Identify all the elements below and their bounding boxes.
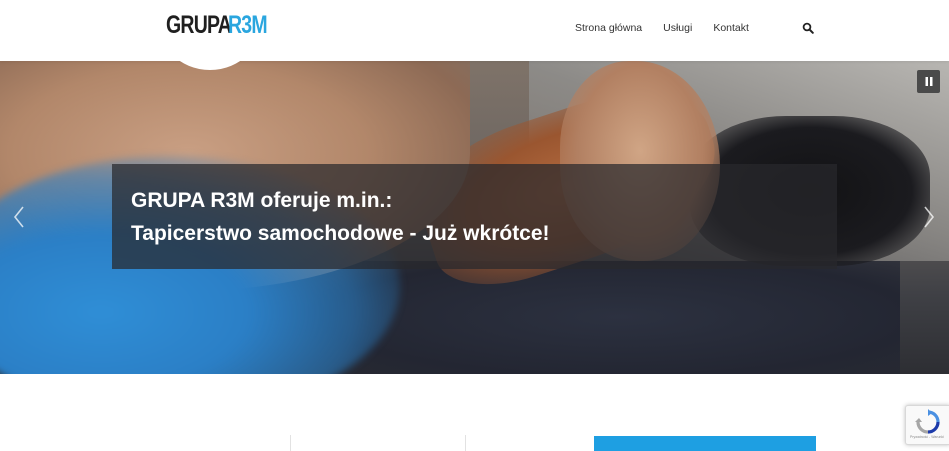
nav-link-home[interactable]: Strona główna bbox=[575, 22, 642, 34]
slide-caption-line-2: Tapicerstwo samochodowe - Już wkrótce! bbox=[131, 222, 550, 245]
logo-text-grupa: GRUPA bbox=[166, 11, 232, 39]
logo-text-r3m: R3M bbox=[228, 11, 268, 39]
column-divider bbox=[465, 435, 466, 451]
slide-caption-line-1: GRUPA R3M oferuje m.in.: bbox=[131, 189, 393, 212]
nav-link-contact[interactable]: Kontakt bbox=[713, 22, 749, 34]
site-logo[interactable]: GRUPA R3M bbox=[166, 12, 278, 38]
search-icon[interactable] bbox=[802, 22, 814, 34]
accent-block bbox=[594, 436, 816, 451]
recaptcha-badge[interactable]: Prywatność - Warunki bbox=[905, 405, 949, 445]
slide-caption: GRUPA R3M oferuje m.in.: Tapicerstwo sam… bbox=[112, 164, 837, 269]
recaptcha-footer: Prywatność - Warunki bbox=[910, 435, 944, 439]
pause-icon bbox=[925, 77, 932, 86]
hero-slider: GRUPA R3M oferuje m.in.: Tapicerstwo sam… bbox=[0, 61, 949, 374]
recaptcha-icon bbox=[915, 409, 940, 434]
site-header: GRUPA R3M Strona główna Usługi Kontakt bbox=[0, 0, 949, 70]
column-divider bbox=[290, 435, 291, 451]
nav-link-services[interactable]: Usługi bbox=[663, 22, 692, 34]
chevron-right-icon[interactable] bbox=[922, 205, 936, 229]
slider-pause-button[interactable] bbox=[917, 70, 940, 93]
main-nav: Strona główna Usługi Kontakt bbox=[575, 22, 749, 34]
chevron-left-icon[interactable] bbox=[12, 205, 26, 229]
